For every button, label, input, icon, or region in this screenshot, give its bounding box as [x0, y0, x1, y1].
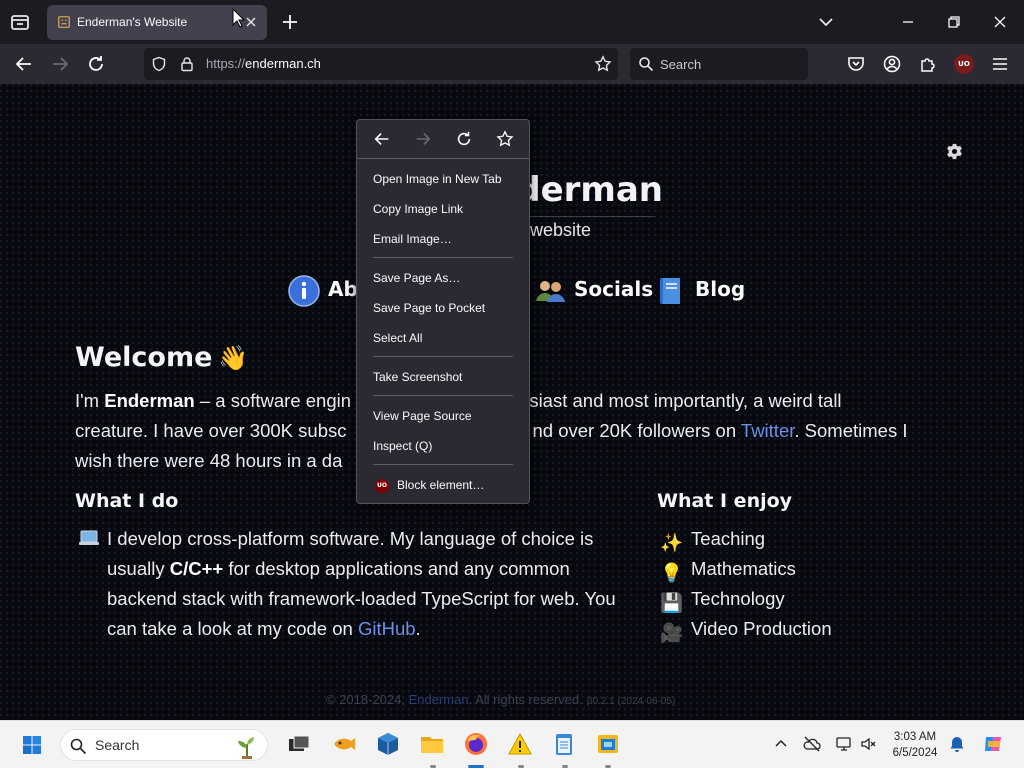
info-icon [288, 274, 320, 307]
footer-enderman-link[interactable]: Enderman [409, 692, 469, 707]
clock-time: 3:03 AM [893, 731, 937, 743]
file-explorer-icon[interactable] [419, 731, 445, 757]
forward-arrow-icon[interactable] [50, 54, 70, 74]
url-text[interactable]: https://enderman.ch [206, 56, 321, 71]
back-arrow-icon[interactable] [14, 54, 34, 74]
sparkles-icon: ✨ [660, 532, 684, 553]
laptop-icon [79, 530, 99, 545]
menu-item-save-to-pocket[interactable]: Save Page to Pocket [373, 297, 485, 319]
context-separator [373, 464, 513, 465]
taskbar-search-label: Search [95, 737, 140, 753]
github-link[interactable]: GitHub [358, 618, 416, 639]
reload-icon[interactable] [86, 54, 106, 74]
version-label: β0.2.1 (2024-06-05) [586, 696, 676, 707]
notification-bell-icon[interactable] [948, 735, 966, 753]
waving-hand-icon: 👋 [218, 344, 249, 372]
menu-item-inspect[interactable]: Inspect (Q) [373, 435, 432, 457]
volume-muted-icon[interactable] [859, 735, 877, 753]
what-i-enjoy-heading: What I enjoy [657, 490, 793, 512]
tab-title: Enderman's Website [77, 15, 188, 29]
menu-item-view-page-source[interactable]: View Page Source [373, 405, 472, 427]
twitter-link[interactable]: Twitter [741, 420, 794, 441]
light-bulb-icon: 💡 [660, 562, 684, 583]
url-bar[interactable]: https://enderman.ch [144, 48, 618, 80]
menu-item-select-all[interactable]: Select All [373, 327, 422, 349]
tab-list-icon[interactable] [8, 10, 32, 34]
account-icon[interactable] [882, 54, 902, 74]
what-i-do-heading: What I do [75, 490, 179, 512]
theme-settings-gear-icon[interactable] [946, 143, 963, 160]
warning-app-icon[interactable] [507, 731, 533, 757]
search-input[interactable] [660, 54, 800, 74]
context-separator [373, 257, 513, 258]
hamburger-menu-icon[interactable] [990, 54, 1010, 74]
windows-start-icon[interactable] [22, 735, 42, 755]
context-back-arrow-icon[interactable] [373, 130, 391, 148]
copilot-icon[interactable] [982, 733, 1004, 755]
welcome-heading: Welcome 👋 [75, 342, 249, 373]
menu-item-copy-image-link[interactable]: Copy Image Link [373, 198, 463, 220]
search-icon [70, 738, 87, 755]
ublock-origin-icon[interactable]: UO [954, 54, 974, 74]
show-hidden-icons-chevron-icon[interactable] [772, 735, 790, 753]
app-fish-icon[interactable] [331, 731, 357, 757]
mouse-cursor-icon [232, 8, 246, 28]
context-separator [357, 158, 529, 159]
what-i-do-text: I develop cross-platform software. My la… [107, 528, 616, 639]
network-display-icon[interactable] [835, 735, 853, 753]
menu-item-take-screenshot[interactable]: Take Screenshot [373, 366, 462, 388]
people-icon [536, 280, 565, 302]
menu-item-save-page-as[interactable]: Save Page As… [373, 267, 460, 289]
virtualbox-icon[interactable] [375, 731, 401, 757]
extensions-puzzle-icon[interactable] [918, 54, 938, 74]
firefox-icon[interactable] [463, 731, 489, 757]
enderman-favicon-icon [58, 16, 70, 28]
list-all-tabs-chevron-icon[interactable] [816, 12, 836, 32]
notepad-icon[interactable] [551, 731, 577, 757]
search-bar[interactable] [630, 48, 808, 80]
menu-item-open-image-new-tab[interactable]: Open Image in New Tab [373, 168, 502, 190]
nav-label: Blog [695, 277, 746, 301]
enjoy-item-video-production: 🎥 Video Production [660, 618, 832, 643]
context-separator [373, 356, 513, 357]
system-clock[interactable]: 3:03 AM 6/5/2024 [880, 729, 950, 761]
page-footer: © 2018-2024, Enderman. All rights reserv… [326, 692, 676, 707]
enjoy-item-teaching: ✨ Teaching [660, 528, 766, 553]
task-view-icon[interactable] [286, 731, 312, 757]
floppy-disk-icon: 💾 [660, 592, 684, 613]
new-tab-icon[interactable] [280, 12, 300, 32]
enjoy-item-technology: 💾 Technology [660, 588, 785, 613]
restore-icon[interactable] [944, 12, 964, 32]
context-forward-arrow-icon[interactable] [414, 130, 432, 148]
close-window-icon[interactable] [990, 12, 1010, 32]
app-window-icon[interactable] [595, 731, 621, 757]
nav-label: Socials [574, 277, 654, 301]
tab-bar: Enderman's Website [0, 0, 1024, 44]
menu-item-email-image[interactable]: Email Image… [373, 228, 452, 250]
context-separator [373, 395, 513, 396]
nav-item-blog[interactable]: Blog [655, 272, 745, 306]
context-reload-icon[interactable] [455, 130, 473, 148]
padlock-icon[interactable] [179, 56, 195, 72]
plant-highlight-icon [238, 737, 254, 759]
video-camera-icon: 🎥 [660, 622, 684, 643]
book-icon [660, 277, 680, 304]
minimize-icon[interactable] [898, 12, 918, 32]
nav-item-socials[interactable]: Socials [534, 272, 653, 306]
clock-date: 6/5/2024 [892, 747, 938, 759]
search-icon [639, 57, 654, 72]
tracking-protection-shield-icon[interactable] [151, 56, 167, 72]
ublock-icon: UO [375, 479, 389, 493]
bookmark-star-icon[interactable] [594, 55, 612, 73]
taskbar-search-box[interactable]: Search [60, 729, 268, 761]
onedrive-offline-icon[interactable] [803, 735, 821, 753]
windows-taskbar: Search 3:03 AM 6/5/2024 [0, 720, 1024, 768]
enjoy-item-mathematics: 💡 Mathematics [660, 558, 796, 583]
pocket-icon[interactable] [846, 54, 866, 74]
menu-item-block-element[interactable]: Block element… [397, 474, 484, 496]
context-bookmark-star-icon[interactable] [496, 130, 514, 148]
context-menu: Open Image in New Tab Copy Image Link Em… [356, 119, 530, 504]
navigation-toolbar: https://enderman.ch UO [0, 44, 1024, 84]
